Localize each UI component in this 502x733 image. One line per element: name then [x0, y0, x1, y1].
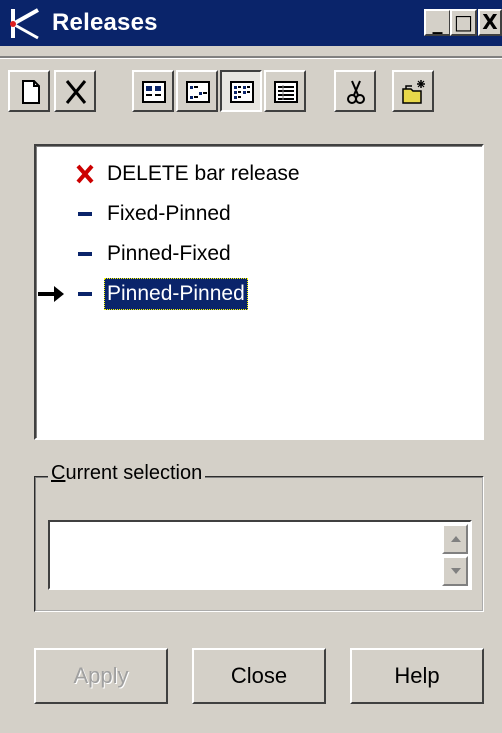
- toolbar-separator: [0, 56, 502, 59]
- list-item-label: Pinned-Pinned: [104, 278, 248, 310]
- close-button[interactable]: Close: [192, 648, 326, 704]
- legend-mnemonic: C: [51, 462, 66, 484]
- current-item-arrow-icon: [38, 286, 64, 302]
- dash-icon: [78, 212, 92, 216]
- minimize-button[interactable]: _: [424, 9, 451, 36]
- app-icon: [8, 6, 42, 40]
- delete-button[interactable]: [54, 70, 96, 112]
- close-icon: X: [482, 10, 498, 34]
- cut-icon: [347, 80, 365, 104]
- apply-button[interactable]: Apply: [34, 648, 168, 704]
- dash-icon: [78, 292, 92, 296]
- view-list-button[interactable]: [220, 70, 262, 112]
- new-folder-icon: [402, 80, 425, 104]
- list-item-label: Pinned-Fixed: [107, 242, 231, 265]
- releases-window: Releases _ □ X DELETE bar release Fixed-…: [0, 0, 502, 733]
- maximize-button[interactable]: □: [450, 9, 477, 36]
- view-small-icons-button[interactable]: [176, 70, 218, 112]
- dash-icon: [78, 252, 92, 256]
- title-bar[interactable]: Releases _ □ X: [0, 0, 502, 46]
- new-folder-button[interactable]: [392, 70, 434, 112]
- view-list-icon: [230, 81, 254, 103]
- current-selection-legend: Current selection: [48, 462, 206, 485]
- view-large-icons-icon: [142, 81, 166, 103]
- scroll-up-icon: [451, 536, 461, 542]
- new-icon: [22, 80, 40, 104]
- close-window-button[interactable]: X: [478, 9, 502, 36]
- releases-listbox[interactable]: DELETE bar release Fixed-Pinned Pinned-F…: [34, 144, 484, 440]
- current-selection-field[interactable]: [48, 520, 472, 590]
- window-title: Releases: [52, 9, 158, 36]
- delete-icon: [65, 80, 87, 104]
- list-item-label: Fixed-Pinned: [107, 202, 231, 225]
- cut-button[interactable]: [334, 70, 376, 112]
- view-details-icon: [274, 81, 298, 103]
- maximize-icon: □: [454, 10, 473, 34]
- legend-text: urrent selection: [65, 462, 203, 484]
- scroll-down-icon: [451, 568, 461, 574]
- help-button[interactable]: Help: [350, 648, 484, 704]
- scroll-up-button[interactable]: [442, 524, 468, 554]
- view-details-button[interactable]: [264, 70, 306, 112]
- list-item-label: DELETE bar release: [107, 162, 300, 185]
- scroll-down-button[interactable]: [442, 556, 468, 586]
- red-x-icon: [76, 164, 94, 184]
- view-small-icons-icon: [186, 81, 210, 103]
- view-large-icons-button[interactable]: [132, 70, 174, 112]
- minimize-icon: _: [432, 10, 443, 34]
- new-button[interactable]: [8, 70, 50, 112]
